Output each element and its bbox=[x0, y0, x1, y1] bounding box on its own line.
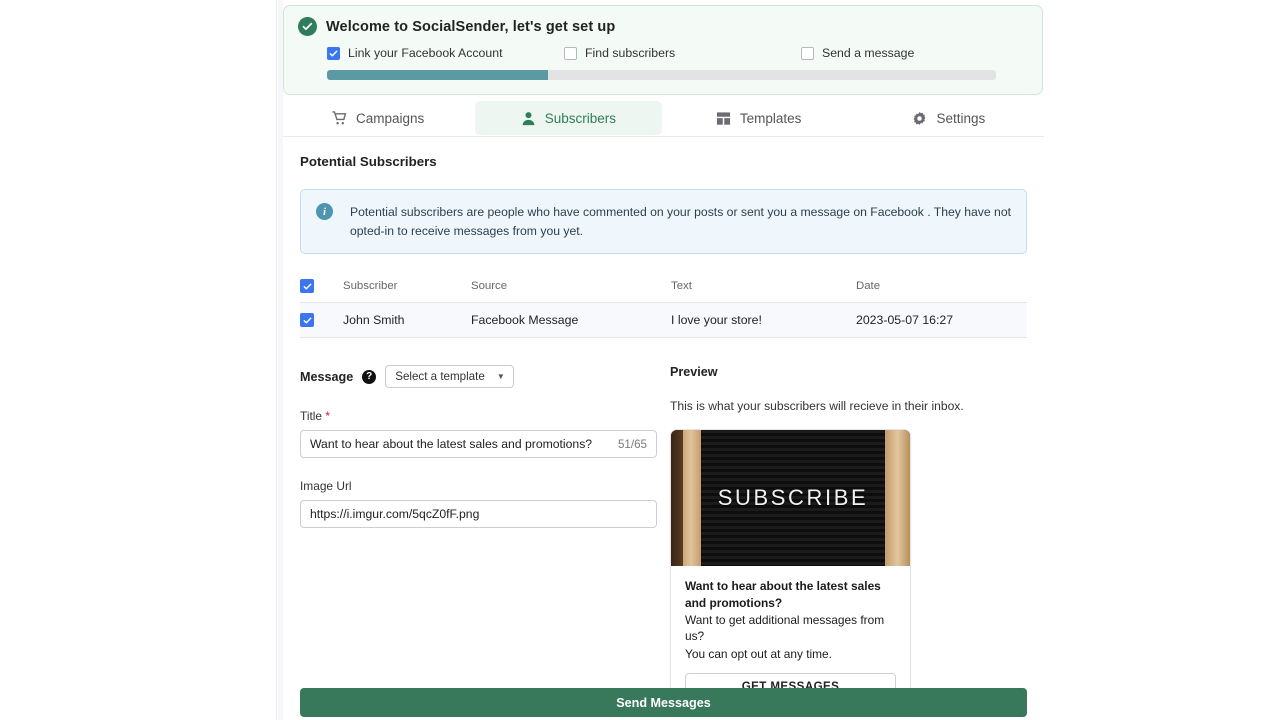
left-blank-pane bbox=[0, 0, 277, 720]
template-select[interactable]: Select a template ▼ bbox=[385, 365, 514, 389]
cell-date: 2023-05-07 16:27 bbox=[856, 302, 1027, 339]
page-title: Potential Subscribers bbox=[300, 154, 437, 169]
main-content: Welcome to SocialSender, let's get set u… bbox=[283, 0, 1044, 720]
image-wood-edge-dark bbox=[671, 430, 683, 567]
step-label: Find subscribers bbox=[585, 46, 676, 60]
required-marker: * bbox=[325, 409, 330, 424]
column-header-date[interactable]: Date bbox=[856, 273, 1027, 304]
potential-subscribers-table: Subscriber Source Text Date John Smith F… bbox=[300, 273, 1027, 339]
tab-label: Templates bbox=[739, 110, 802, 126]
step-label: Send a message bbox=[822, 46, 915, 60]
onboarding-header: Welcome to SocialSender, let's get set u… bbox=[298, 17, 1028, 36]
preview-card-image: SUBSCRIBE bbox=[671, 430, 910, 567]
onboarding-step-find-subscribers[interactable]: Find subscribers bbox=[564, 46, 801, 60]
message-header-row: Message ? Select a template ▼ bbox=[300, 365, 665, 389]
message-preview-columns: Message ? Select a template ▼ Title * Wa… bbox=[300, 365, 1027, 716]
tab-label: Campaigns bbox=[355, 110, 425, 126]
column-header-text[interactable]: Text bbox=[671, 273, 856, 304]
image-url-value: https://i.imgur.com/5qcZ0fF.png bbox=[310, 507, 480, 522]
onboarding-step-send-message[interactable]: Send a message bbox=[801, 46, 914, 60]
send-messages-button[interactable]: Send Messages bbox=[300, 688, 1027, 717]
title-label-text: Title bbox=[300, 409, 323, 424]
select-all-cell bbox=[300, 273, 343, 304]
title-input-value: Want to hear about the latest sales and … bbox=[310, 437, 593, 452]
tab-settings[interactable]: Settings bbox=[856, 101, 1042, 135]
tab-label: Subscribers bbox=[544, 110, 617, 126]
info-icon: i bbox=[316, 203, 333, 220]
onboarding-title: Welcome to SocialSender, let's get set u… bbox=[326, 18, 616, 35]
image-wood-frame-left bbox=[683, 430, 701, 567]
info-banner-text: Potential subscribers are people who hav… bbox=[350, 205, 1011, 238]
image-url-input[interactable]: https://i.imgur.com/5qcZ0fF.png bbox=[300, 500, 657, 529]
preview-card-body-line-1: Want to get additional messages from us? bbox=[685, 612, 885, 644]
layout-template-icon bbox=[716, 111, 731, 126]
preview-card: SUBSCRIBE Want to hear about the latest … bbox=[670, 429, 911, 716]
title-field-label: Title * bbox=[300, 409, 665, 423]
preview-column: Preview This is what your subscribers wi… bbox=[670, 365, 1000, 716]
template-select-value: Select a template bbox=[395, 370, 485, 384]
right-blank-pane bbox=[1044, 0, 1280, 720]
tab-subscribers[interactable]: Subscribers bbox=[475, 101, 662, 135]
app-window: Welcome to SocialSender, let's get set u… bbox=[0, 0, 1280, 720]
select-all-checkbox[interactable] bbox=[300, 279, 314, 294]
letterboard-text: SUBSCRIBE bbox=[717, 485, 869, 511]
cell-source: Facebook Message bbox=[471, 302, 671, 339]
image-url-label: Image Url bbox=[300, 479, 352, 494]
step-checkbox[interactable] bbox=[564, 46, 577, 60]
person-icon bbox=[521, 111, 536, 126]
tab-templates[interactable]: Templates bbox=[666, 101, 852, 135]
main-tabs: Campaigns Subscribers Templates Settings bbox=[283, 100, 1044, 137]
title-char-counter: 51/65 bbox=[617, 437, 647, 451]
table-header-row: Subscriber Source Text Date bbox=[300, 273, 1027, 304]
onboarding-progress-fill bbox=[327, 70, 548, 80]
preview-subtitle: This is what your subscribers will recie… bbox=[670, 399, 964, 414]
preview-card-body-line-2: You can opt out at any time. bbox=[685, 646, 832, 661]
image-letterboard: SUBSCRIBE bbox=[701, 430, 885, 567]
column-header-source[interactable]: Source bbox=[471, 273, 671, 304]
cell-text: I love your store! bbox=[671, 302, 856, 339]
megaphone-cart-icon bbox=[332, 110, 347, 126]
chevron-down-icon: ▼ bbox=[496, 372, 505, 382]
step-checkbox[interactable] bbox=[801, 46, 814, 60]
table-row[interactable]: John Smith Facebook Message I love your … bbox=[300, 302, 1027, 339]
tab-campaigns[interactable]: Campaigns bbox=[285, 101, 471, 135]
tab-label: Settings bbox=[936, 110, 986, 126]
row-checkbox[interactable] bbox=[300, 313, 314, 328]
step-label: Link your Facebook Account bbox=[348, 46, 503, 60]
title-input[interactable]: Want to hear about the latest sales and … bbox=[300, 430, 657, 459]
message-label: Message bbox=[300, 369, 354, 384]
help-question-icon[interactable]: ? bbox=[362, 369, 377, 384]
step-checkbox-checked[interactable] bbox=[327, 46, 340, 60]
gear-icon bbox=[912, 111, 927, 126]
preview-card-heading: Want to hear about the latest sales and … bbox=[685, 579, 881, 610]
preview-title: Preview bbox=[670, 365, 718, 380]
image-wood-frame-right bbox=[885, 430, 910, 567]
column-header-subscriber[interactable]: Subscriber bbox=[343, 273, 471, 304]
row-select-cell bbox=[300, 302, 343, 339]
cell-subscriber: John Smith bbox=[343, 302, 471, 339]
onboarding-progress-bar bbox=[327, 70, 996, 80]
message-form: Message ? Select a template ▼ Title * Wa… bbox=[300, 365, 665, 715]
onboarding-step-link-facebook[interactable]: Link your Facebook Account bbox=[327, 46, 564, 60]
onboarding-steps: Link your Facebook Account Find subscrib… bbox=[327, 46, 1028, 60]
subscribers-panel: Potential Subscribers i Potential subscr… bbox=[283, 137, 1044, 716]
check-circle-icon bbox=[298, 17, 317, 36]
info-banner: i Potential subscribers are people who h… bbox=[300, 189, 1027, 255]
onboarding-card: Welcome to SocialSender, let's get set u… bbox=[283, 5, 1043, 95]
